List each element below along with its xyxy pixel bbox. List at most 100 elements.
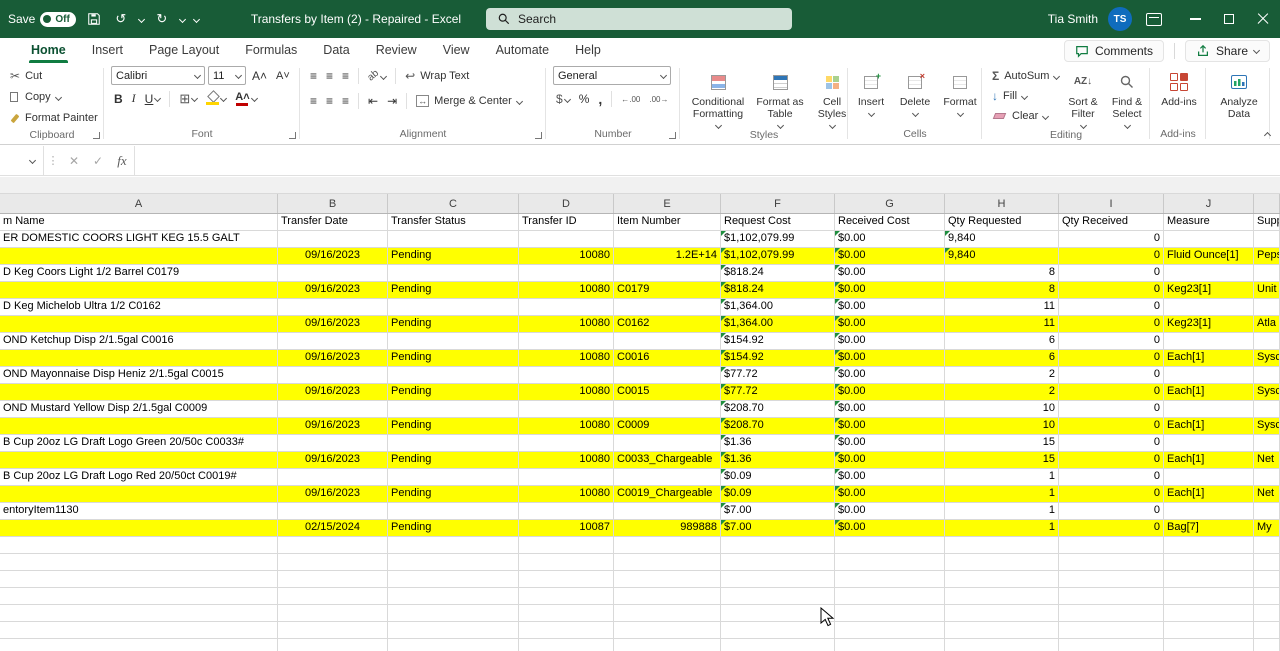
cell[interactable] [945,554,1059,571]
cell[interactable] [1254,265,1280,282]
cell[interactable]: $0.00 [835,520,945,537]
redo-dropdown-icon[interactable] [179,15,186,22]
comments-button[interactable]: Comments [1064,40,1164,62]
cell[interactable]: $0.00 [835,503,945,520]
tab-review[interactable]: Review [363,38,430,63]
cell[interactable] [614,588,721,605]
cell[interactable] [388,401,519,418]
cell[interactable]: 1.2E+14 [614,248,721,265]
cell[interactable]: $7.00 [721,520,835,537]
cell[interactable] [278,554,388,571]
conditional-formatting-button[interactable]: Conditional Formatting [687,66,749,128]
align-middle-button[interactable]: ≡ [323,69,336,83]
cell[interactable] [278,537,388,554]
cell[interactable] [0,588,278,605]
cell[interactable] [0,248,278,265]
cell[interactable]: 0 [1059,503,1164,520]
cell[interactable]: 0 [1059,384,1164,401]
cell[interactable] [1164,571,1254,588]
cell[interactable]: 0 [1059,418,1164,435]
cell[interactable] [614,435,721,452]
tab-view[interactable]: View [430,38,483,63]
cell[interactable] [519,367,614,384]
cell[interactable] [945,571,1059,588]
cell[interactable]: 0 [1059,282,1164,299]
cell[interactable]: C0179 [614,282,721,299]
cell[interactable]: Item Number [614,214,721,231]
cell[interactable]: C0015 [614,384,721,401]
cell[interactable]: 15 [945,452,1059,469]
tab-help[interactable]: Help [562,38,614,63]
cell[interactable] [388,503,519,520]
minimize-button[interactable] [1178,0,1212,38]
cell[interactable]: Pending [388,486,519,503]
cell[interactable] [388,367,519,384]
column-header-E[interactable]: E [614,194,721,213]
cell[interactable]: Pending [388,316,519,333]
cell[interactable] [278,588,388,605]
cell[interactable] [945,537,1059,554]
cell[interactable]: 1 [945,469,1059,486]
cell[interactable] [614,231,721,248]
cell[interactable]: $818.24 [721,282,835,299]
cell[interactable]: Measure [1164,214,1254,231]
cell[interactable]: $208.70 [721,401,835,418]
cell[interactable]: 1 [945,486,1059,503]
cell[interactable]: 989888 [614,520,721,537]
clear-button[interactable]: Clear [989,106,1061,126]
cell[interactable]: Request Cost [721,214,835,231]
cell[interactable]: 0 [1059,265,1164,282]
cell[interactable]: $0.09 [721,486,835,503]
cell[interactable] [721,622,835,639]
column-header-C[interactable]: C [388,194,519,213]
cell[interactable] [614,537,721,554]
cell[interactable] [721,588,835,605]
cell[interactable]: $0.00 [835,452,945,469]
cell[interactable]: Transfer Status [388,214,519,231]
cell[interactable]: 09/16/2023 [278,452,388,469]
cell[interactable] [614,299,721,316]
cell[interactable]: $0.00 [835,265,945,282]
cell[interactable] [1254,231,1280,248]
cell[interactable] [614,401,721,418]
cell[interactable] [388,231,519,248]
cell[interactable]: 10 [945,401,1059,418]
cell[interactable]: Unit [1254,282,1280,299]
cell[interactable]: $0.00 [835,401,945,418]
analyze-data-button[interactable]: Analyze Data [1211,66,1267,127]
cell[interactable] [1059,571,1164,588]
cell[interactable] [388,435,519,452]
cell[interactable]: $1.36 [721,435,835,452]
tab-page-layout[interactable]: Page Layout [136,38,232,63]
cell[interactable] [388,605,519,622]
cell[interactable]: OND Ketchup Disp 2/1.5gal C0016 [0,333,278,350]
cell[interactable]: entoryItem1130 [0,503,278,520]
cell[interactable] [1254,401,1280,418]
cell[interactable] [614,571,721,588]
cell[interactable] [0,452,278,469]
cell[interactable] [1254,367,1280,384]
cell[interactable] [519,605,614,622]
cell[interactable]: $208.70 [721,418,835,435]
cell[interactable] [0,605,278,622]
cell[interactable]: Peps [1254,248,1280,265]
cell[interactable] [519,435,614,452]
cell[interactable]: C0019_Chargeable [614,486,721,503]
cell[interactable]: Net [1254,486,1280,503]
cell[interactable]: 10080 [519,282,614,299]
search-input[interactable]: Search [486,8,792,30]
align-top-button[interactable]: ≡ [307,69,320,83]
cell[interactable]: Each[1] [1164,452,1254,469]
undo-dropdown-icon[interactable] [138,15,145,22]
cell[interactable]: Pending [388,418,519,435]
cell[interactable] [519,265,614,282]
cell[interactable] [0,282,278,299]
cell[interactable] [1254,469,1280,486]
cell[interactable]: 0 [1059,350,1164,367]
cell[interactable]: $0.00 [835,248,945,265]
cell[interactable] [835,639,945,651]
font-name-select[interactable]: Calibri [111,66,205,85]
cell[interactable] [614,605,721,622]
alignment-dialog-launcher[interactable] [535,132,542,139]
cell[interactable]: Keg23[1] [1164,282,1254,299]
